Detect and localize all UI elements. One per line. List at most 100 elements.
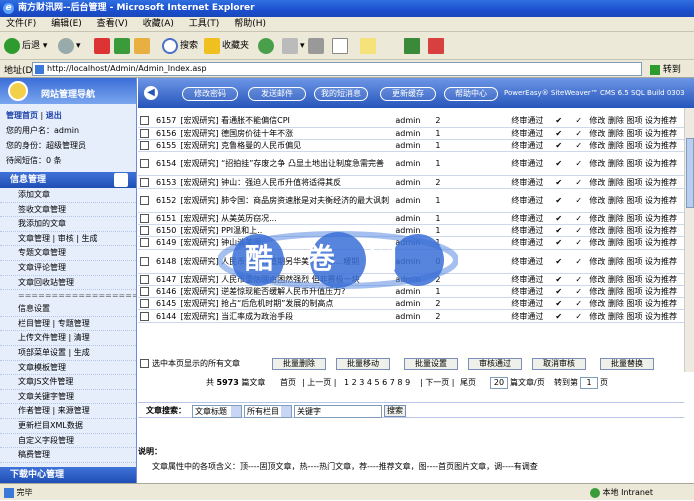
article-ops[interactable]: 修改 删除 图项 设为推荐 <box>587 297 694 311</box>
sidebar-item2-1[interactable]: 栏目管理 | 专题管理 <box>0 317 136 332</box>
pager-first[interactable]: 首页 <box>280 376 296 390</box>
per-page-input[interactable]: 20 <box>490 377 508 389</box>
batch-replace-button[interactable]: 批量替换 <box>600 358 654 370</box>
sidebar-item2-2[interactable]: 上传文件管理 | 清理 <box>0 331 136 346</box>
row-checkbox[interactable] <box>140 195 149 205</box>
go-button[interactable]: 转到 <box>650 62 681 75</box>
cancel-approve-button[interactable]: 取消审核 <box>532 358 586 370</box>
row-checkbox[interactable] <box>140 177 149 187</box>
article-ops[interactable]: 修改 删除 图项 设为推荐 <box>587 273 694 286</box>
sidebar-item2-7[interactable]: 作者管理 | 来源管理 <box>0 404 136 419</box>
search-keyword-input[interactable]: 关键字 <box>294 405 382 418</box>
print-button[interactable] <box>308 36 326 56</box>
search-field-select[interactable]: 文章标题 <box>192 405 242 418</box>
sidebar-item2-5[interactable]: 文章JS文件管理 <box>0 375 136 390</box>
row-checkbox[interactable] <box>140 299 149 309</box>
article-ops[interactable]: 修改 删除 图项 设为推荐 <box>587 236 694 250</box>
menu-favorites[interactable]: 收藏(A) <box>137 17 180 32</box>
article-title[interactable]: [宏观研究] 看通胀不能偏信CPI <box>178 115 394 128</box>
menu-tools[interactable]: 工具(T) <box>183 17 226 32</box>
row-checkbox[interactable] <box>140 226 149 236</box>
collapse-icon[interactable]: ◀ <box>144 86 158 100</box>
favorites-button[interactable]: 收藏夹 <box>204 36 249 56</box>
history-button[interactable] <box>258 36 276 56</box>
sidebar-item-2[interactable]: 我添加的文章 <box>0 217 136 232</box>
goto-page-input[interactable]: 1 <box>580 377 598 389</box>
row-checkbox[interactable] <box>140 287 149 297</box>
article-ops[interactable]: 修改 删除 图项 设为推荐 <box>587 139 694 153</box>
edit-button[interactable] <box>332 36 350 56</box>
menu-edit[interactable]: 编辑(E) <box>45 17 88 32</box>
sidebar-section-download[interactable]: 下载中心管理 <box>0 466 136 483</box>
article-ops[interactable]: 修改 删除 图项 设为推荐 <box>587 224 694 238</box>
article-title[interactable]: [宏观研究] 钟山：强迫人民币升值将适得其反 <box>178 175 394 189</box>
sidebar-item-5[interactable]: 文章评论管理 <box>0 261 136 276</box>
row-checkbox[interactable] <box>140 116 149 126</box>
article-ops[interactable]: 修改 删除 图项 设为推荐 <box>587 151 694 177</box>
search-column-select[interactable]: 所有栏目 <box>244 405 292 418</box>
admin-home-link[interactable]: 管理首页 <box>6 111 38 120</box>
article-title[interactable]: [宏观研究] 当汇率成为政治手段 <box>178 309 394 323</box>
row-checkbox[interactable] <box>140 311 149 321</box>
article-ops[interactable]: 修改 删除 图项 设为推荐 <box>587 115 694 128</box>
sidebar-section-info[interactable]: 信息管理 <box>0 172 136 188</box>
row-checkbox[interactable] <box>140 159 149 169</box>
menu-view[interactable]: 查看(V) <box>91 17 134 32</box>
sidebar-item-0[interactable]: 添加文章 <box>0 188 136 203</box>
article-ops[interactable]: 修改 删除 图项 设为推荐 <box>587 309 694 323</box>
article-title[interactable]: [宏观研究] “招拍挂”存废之争 凸显土地出让制度急需完善 <box>178 151 394 177</box>
stop-button[interactable] <box>94 36 112 56</box>
update-cache-button[interactable]: 更新缓存 <box>380 87 436 101</box>
row-checkbox[interactable] <box>140 238 149 248</box>
article-title[interactable]: [宏观研究] 肺令国：商品房资速胀是对夫衡经济的最大讽刺 <box>178 188 394 213</box>
main-scrollbar[interactable] <box>684 108 694 372</box>
address-input[interactable]: http://localhost/Admin/Admin_Index.asp <box>32 62 642 76</box>
logout-link[interactable]: 退出 <box>46 111 62 120</box>
media-button[interactable] <box>404 36 422 56</box>
row-checkbox[interactable] <box>140 213 149 223</box>
pager-last[interactable]: 尾页 <box>460 376 476 390</box>
sidebar-item2-3[interactable]: 项部菜单设置 | 生成 <box>0 346 136 361</box>
batch-delete-button[interactable]: 批量删除 <box>272 358 326 370</box>
row-checkbox[interactable] <box>140 128 149 138</box>
folder-button[interactable] <box>360 36 378 56</box>
search-submit-button[interactable]: 搜索 <box>384 405 406 417</box>
approve-button[interactable]: 审核通过 <box>468 358 522 370</box>
batch-move-button[interactable]: 批量移动 <box>336 358 390 370</box>
home-button[interactable] <box>134 36 152 56</box>
scroll-thumb[interactable] <box>686 138 694 208</box>
sidebar-item2-10[interactable]: 稿费管理 <box>0 448 136 463</box>
article-title[interactable]: [宏观研究] 克鲁格曼的人民币偏见 <box>178 139 394 153</box>
sidebar-item2-9[interactable]: 自定义字段管理 <box>0 434 136 449</box>
sidebar-item-3[interactable]: 文章管理 | 审核 | 生成 <box>0 232 136 247</box>
mail-button[interactable]: ▾ <box>282 36 305 56</box>
article-title[interactable]: [宏观研究] 德国房价徒十年不涨 <box>178 127 394 141</box>
batch-settings-button[interactable]: 批量设置 <box>404 358 458 370</box>
sidebar-item2-4[interactable]: 文章模板管理 <box>0 361 136 376</box>
select-all-checkbox[interactable] <box>140 359 149 368</box>
change-password-button[interactable]: 修改密码 <box>182 87 238 101</box>
messenger-button[interactable] <box>428 36 446 56</box>
article-ops[interactable]: 修改 删除 图项 设为推荐 <box>587 188 694 213</box>
menu-file[interactable]: 文件(F) <box>0 17 42 32</box>
article-ops[interactable]: 修改 删除 图项 设为推荐 <box>587 212 694 225</box>
back-button[interactable]: 后退 ▾ <box>4 36 47 56</box>
article-ops[interactable]: 修改 删除 图项 设为推荐 <box>587 249 694 274</box>
row-checkbox[interactable] <box>140 141 149 151</box>
row-checkbox[interactable] <box>140 274 149 284</box>
pager-pages[interactable]: 1 2 3 4 5 6 7 8 9 <box>344 376 410 390</box>
sidebar-item-1[interactable]: 签收文章管理 <box>0 203 136 218</box>
help-center-button[interactable]: 帮助中心 <box>444 87 498 101</box>
menu-help[interactable]: 帮助(H) <box>228 17 272 32</box>
messages-button[interactable]: 我的短消息 <box>314 87 368 101</box>
forward-button[interactable]: ▾ <box>58 36 81 56</box>
sidebar-item2-6[interactable]: 文章关键字管理 <box>0 390 136 405</box>
refresh-button[interactable] <box>114 36 132 56</box>
sidebar-item2-8[interactable]: 更新栏目XML数据 <box>0 419 136 434</box>
sidebar-item2-0[interactable]: 信息设置 <box>0 302 136 317</box>
send-email-button[interactable]: 发送邮件 <box>248 87 306 101</box>
article-ops[interactable]: 修改 删除 图项 设为推荐 <box>587 175 694 189</box>
article-ops[interactable]: 修改 删除 图项 设为推荐 <box>587 127 694 141</box>
sidebar-item-4[interactable]: 专题文章管理 <box>0 246 136 261</box>
row-checkbox[interactable] <box>140 256 149 266</box>
